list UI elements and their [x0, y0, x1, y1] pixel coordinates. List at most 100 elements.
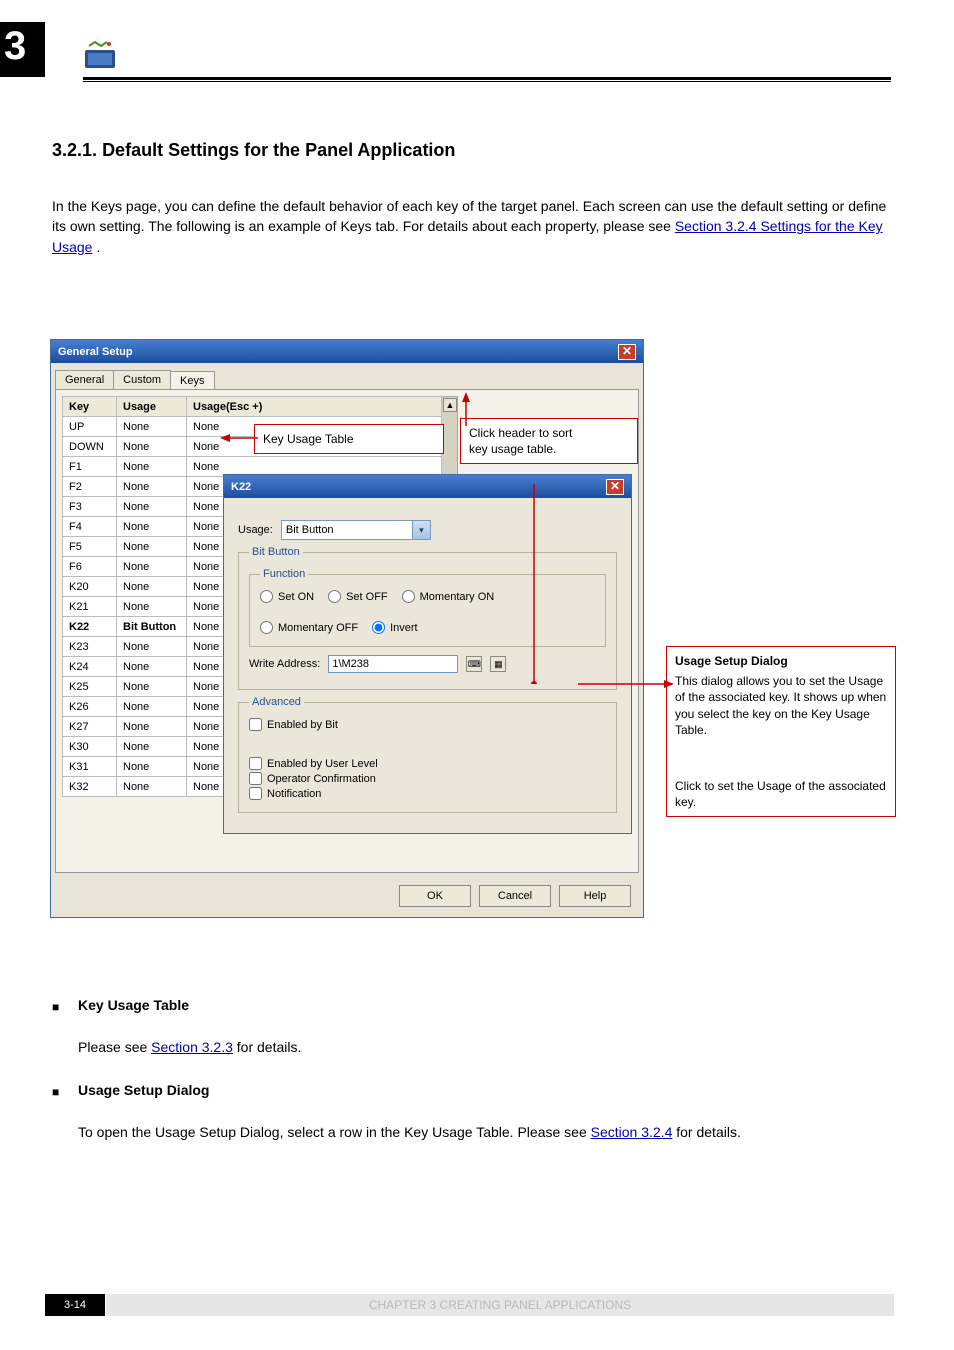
- callout-key-usage-table: Key Usage Table: [254, 424, 444, 454]
- cell-key: F3: [63, 497, 117, 517]
- arrow-icon: [220, 432, 258, 444]
- k22-title: K22: [231, 481, 251, 493]
- callout-usage-setup-dialog: Usage Setup Dialog This dialog allows yo…: [666, 646, 896, 817]
- cell-key: DOWN: [63, 437, 117, 457]
- cell-key: K20: [63, 577, 117, 597]
- section-number: 3.2.1.: [52, 140, 97, 160]
- bit-button-group: Bit Button Function Set ON Set OFF Momen…: [238, 546, 617, 690]
- close-icon[interactable]: ✕: [618, 344, 636, 360]
- dialog-titlebar: General Setup ✕: [51, 340, 643, 363]
- col-usage-header[interactable]: Usage: [117, 397, 187, 417]
- usage-setup-dialog-heading: Usage Setup Dialog: [78, 1082, 209, 1098]
- write-address-row: Write Address: ⌨ ▦: [249, 655, 606, 673]
- bit-button-legend: Bit Button: [249, 546, 303, 558]
- cell-usage: None: [117, 577, 187, 597]
- cell-usage: None: [117, 497, 187, 517]
- header-rule: [83, 77, 891, 82]
- cell-key: UP: [63, 417, 117, 437]
- cell-key: K27: [63, 717, 117, 737]
- cell-usage: Bit Button: [117, 617, 187, 637]
- write-address-label: Write Address:: [249, 658, 320, 670]
- cell-usage: None: [117, 757, 187, 777]
- bullet-square-icon: ■: [52, 1085, 59, 1099]
- cell-key: F5: [63, 537, 117, 557]
- operator-confirmation-check[interactable]: Operator Confirmation: [249, 772, 606, 785]
- usage-setup-dialog-text: To open the Usage Setup Dialog, select a…: [78, 1123, 878, 1143]
- cell-key: F6: [63, 557, 117, 577]
- cell-usage: None: [117, 737, 187, 757]
- bullet-square-icon: ■: [52, 1000, 59, 1014]
- radio-momentary-off[interactable]: Momentary OFF: [260, 621, 358, 634]
- callout-sort-header: Click header to sort key usage table.: [460, 418, 638, 464]
- advanced-group: Advanced Enabled by Bit Enabled by User …: [238, 696, 617, 813]
- footer-page-number: 3-14: [45, 1294, 105, 1316]
- cell-key: K24: [63, 657, 117, 677]
- function-group: Function Set ON Set OFF Momentary ON Mom…: [249, 568, 606, 647]
- close-icon[interactable]: ✕: [606, 479, 624, 495]
- col-usageesc-header[interactable]: Usage(Esc +): [187, 397, 442, 417]
- ok-button[interactable]: OK: [399, 885, 471, 907]
- cell-usage: None: [117, 517, 187, 537]
- cell-usage: None: [117, 437, 187, 457]
- cell-key: K22: [63, 617, 117, 637]
- dialog-button-row: OK Cancel Help: [51, 873, 643, 917]
- cell-usage: None: [117, 557, 187, 577]
- usage-select[interactable]: Bit Button ▾: [281, 520, 431, 540]
- function-legend: Function: [260, 568, 308, 580]
- cell-usage: None: [117, 777, 187, 797]
- cell-key: K25: [63, 677, 117, 697]
- cell-usage: None: [117, 597, 187, 617]
- cell-usage: None: [117, 457, 187, 477]
- section-title-text: Default Settings for the Panel Applicati…: [102, 140, 455, 160]
- usage-label: Usage:: [238, 524, 273, 536]
- enabled-by-bit-check[interactable]: Enabled by Bit: [249, 718, 606, 731]
- cell-key: F4: [63, 517, 117, 537]
- footer-chapter-label: CHAPTER 3 CREATING PANEL APPLICATIONS: [106, 1294, 894, 1316]
- cell-key: K32: [63, 777, 117, 797]
- section-323-link[interactable]: Section 3.2.3: [151, 1039, 233, 1055]
- cell-key: K21: [63, 597, 117, 617]
- address-picker-icon[interactable]: ▦: [490, 656, 506, 672]
- col-key-header[interactable]: Key: [63, 397, 117, 417]
- help-button[interactable]: Help: [559, 885, 631, 907]
- tab-keys[interactable]: Keys: [170, 371, 214, 390]
- tab-custom[interactable]: Custom: [113, 370, 171, 389]
- page-title: 3.2.1. Default Settings for the Panel Ap…: [52, 140, 455, 161]
- arrow-icon: [456, 392, 474, 426]
- scroll-up-icon[interactable]: ▲: [443, 398, 457, 412]
- write-address-input[interactable]: [328, 655, 458, 673]
- arrow-icon: [578, 678, 674, 690]
- notification-check[interactable]: Notification: [249, 787, 606, 800]
- radio-invert[interactable]: Invert: [372, 621, 418, 634]
- k22-titlebar: K22 ✕: [224, 475, 631, 498]
- callout-connector-line: [526, 484, 542, 684]
- app-logo-icon: [83, 40, 117, 70]
- cell-key: K26: [63, 697, 117, 717]
- cell-key: F1: [63, 457, 117, 477]
- section-324-link[interactable]: Section 3.2.4: [591, 1124, 673, 1140]
- tab-general[interactable]: General: [55, 370, 114, 389]
- radio-set-off[interactable]: Set OFF: [328, 590, 388, 603]
- radio-set-on[interactable]: Set ON: [260, 590, 314, 603]
- cell-usage: None: [117, 657, 187, 677]
- enabled-by-user-check[interactable]: Enabled by User Level: [249, 757, 606, 770]
- advanced-legend: Advanced: [249, 696, 304, 708]
- cell-usage: None: [117, 537, 187, 557]
- cell-key: K30: [63, 737, 117, 757]
- chapter-number: 3: [4, 24, 26, 69]
- k22-dialog: K22 ✕ Usage: Bit Button ▾ Bit Button Fun…: [223, 474, 632, 834]
- usage-row: Usage: Bit Button ▾: [238, 520, 617, 540]
- key-usage-table-heading: Key Usage Table: [78, 997, 189, 1013]
- keypad-icon[interactable]: ⌨: [466, 656, 482, 672]
- cancel-button[interactable]: Cancel: [479, 885, 551, 907]
- dialog-title: General Setup: [58, 346, 133, 358]
- radio-momentary-on[interactable]: Momentary ON: [402, 590, 495, 603]
- cell-key: F2: [63, 477, 117, 497]
- key-usage-table-text: Please see Section 3.2.3 for details.: [78, 1038, 878, 1058]
- cell-usage: None: [117, 677, 187, 697]
- intro-paragraph: In the Keys page, you can define the def…: [52, 196, 892, 257]
- cell-usage: None: [117, 717, 187, 737]
- cell-usage: None: [117, 417, 187, 437]
- cell-key: K31: [63, 757, 117, 777]
- cell-usage: None: [117, 637, 187, 657]
